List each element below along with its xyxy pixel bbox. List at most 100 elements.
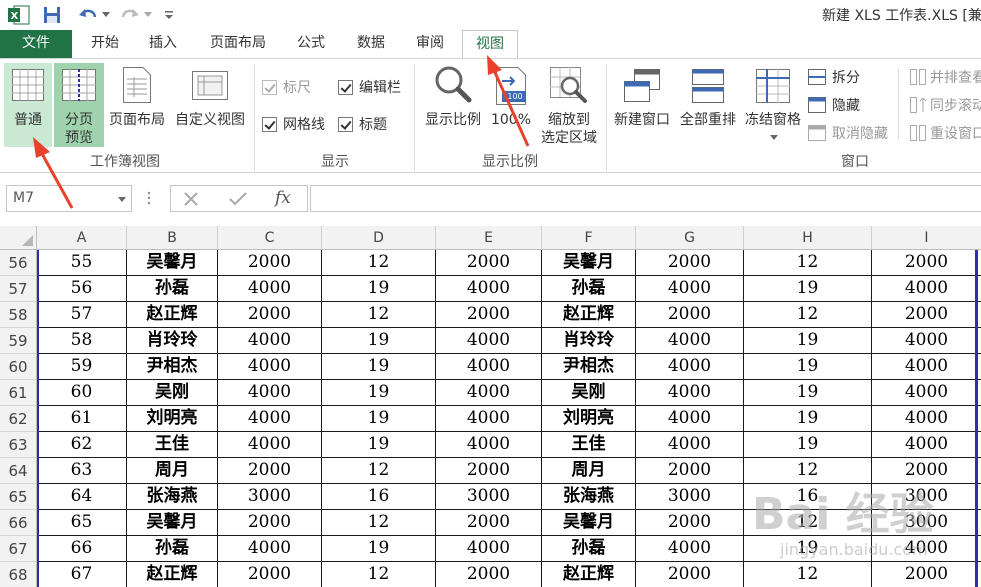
cell[interactable]: 周月 — [127, 458, 218, 484]
cell[interactable]: 吴刚 — [542, 380, 636, 406]
cell[interactable]: 12 — [322, 458, 436, 484]
cell[interactable]: 孙磊 — [542, 276, 636, 302]
cell[interactable]: 刘明亮 — [542, 406, 636, 432]
row-header[interactable]: 62 — [0, 406, 37, 432]
row-header[interactable]: 65 — [0, 484, 37, 510]
formula-bar-grip-icon[interactable] — [147, 190, 151, 206]
cell[interactable]: 55 — [37, 250, 127, 276]
cancel-icon[interactable] — [183, 191, 199, 211]
normal-view-button[interactable]: 普通 — [4, 63, 52, 147]
cell[interactable]: 孙磊 — [127, 536, 218, 562]
insert-function-icon[interactable]: fx — [275, 188, 291, 208]
unhide-button[interactable]: 取消隐藏 — [808, 123, 888, 143]
cell[interactable]: 2000 — [218, 458, 322, 484]
formula-input[interactable] — [310, 185, 981, 212]
new-window-button[interactable]: 新建窗口 — [610, 63, 674, 147]
cell[interactable]: 王佳 — [542, 432, 636, 458]
cell[interactable]: 4000 — [218, 328, 322, 354]
cell[interactable]: 65 — [37, 510, 127, 536]
cell[interactable]: 4000 — [872, 406, 981, 432]
tab-review[interactable]: 审阅 — [405, 30, 455, 58]
cell[interactable]: 4000 — [436, 328, 542, 354]
cell[interactable]: 56 — [37, 276, 127, 302]
cell[interactable]: 4000 — [872, 328, 981, 354]
row-header[interactable]: 66 — [0, 510, 37, 536]
row-header[interactable]: 68 — [0, 562, 37, 587]
undo-icon[interactable] — [76, 4, 100, 26]
cell[interactable]: 16 — [322, 484, 436, 510]
redo-dropdown-icon[interactable] — [142, 4, 154, 26]
page-break-preview-button[interactable]: 分页 预览 — [54, 63, 104, 147]
reset-window-position-button[interactable]: 重设窗口 — [910, 123, 981, 143]
page-break-line[interactable] — [975, 250, 978, 587]
cell[interactable]: 刘明亮 — [127, 406, 218, 432]
column-header[interactable]: D — [322, 226, 436, 250]
cell[interactable]: 19 — [744, 432, 872, 458]
cell[interactable]: 孙磊 — [542, 536, 636, 562]
cell[interactable]: 12 — [744, 250, 872, 276]
cell[interactable]: 4000 — [218, 432, 322, 458]
cell[interactable]: 59 — [37, 354, 127, 380]
cell[interactable]: 19 — [744, 406, 872, 432]
cell[interactable]: 3000 — [436, 484, 542, 510]
cell[interactable]: 19 — [744, 354, 872, 380]
tab-view[interactable]: 视图 — [462, 30, 518, 59]
column-header[interactable]: C — [218, 226, 322, 250]
cell[interactable]: 吴馨月 — [127, 510, 218, 536]
cell[interactable]: 4000 — [218, 354, 322, 380]
cell[interactable]: 19 — [322, 276, 436, 302]
cell[interactable]: 张海燕 — [127, 484, 218, 510]
ruler-checkbox[interactable]: 标尺 — [262, 77, 311, 97]
split-button[interactable]: 拆分 — [808, 67, 860, 87]
cell[interactable]: 64 — [37, 484, 127, 510]
cell[interactable]: 吴刚 — [127, 380, 218, 406]
cell[interactable]: 4000 — [636, 406, 744, 432]
cell[interactable]: 19 — [322, 328, 436, 354]
cell[interactable]: 4000 — [218, 406, 322, 432]
cell[interactable]: 吴馨月 — [542, 250, 636, 276]
cell[interactable]: 4000 — [436, 276, 542, 302]
cell[interactable]: 肖玲玲 — [127, 328, 218, 354]
column-header[interactable]: A — [37, 226, 127, 250]
cell[interactable]: 4000 — [436, 432, 542, 458]
name-box[interactable]: M7 — [6, 185, 132, 212]
zoom-100-button[interactable]: 100 100% — [488, 63, 534, 147]
column-header[interactable]: I — [872, 226, 981, 250]
row-header[interactable]: 56 — [0, 250, 37, 276]
select-all-corner[interactable] — [0, 226, 37, 250]
cell[interactable]: 吴馨月 — [127, 250, 218, 276]
cell[interactable]: 19 — [322, 380, 436, 406]
column-header[interactable]: H — [744, 226, 872, 250]
cell[interactable]: 4000 — [636, 276, 744, 302]
cell[interactable]: 67 — [37, 562, 127, 587]
cell[interactable]: 66 — [37, 536, 127, 562]
cell[interactable]: 4000 — [436, 536, 542, 562]
cell[interactable]: 2000 — [218, 250, 322, 276]
cell[interactable]: 赵正辉 — [542, 562, 636, 587]
freeze-panes-button[interactable]: 冻结窗格 — [742, 63, 804, 147]
cell[interactable]: 4000 — [872, 276, 981, 302]
tab-home[interactable]: 开始 — [80, 30, 130, 58]
cell[interactable]: 4000 — [636, 536, 744, 562]
row-header[interactable]: 64 — [0, 458, 37, 484]
cell[interactable]: 4000 — [436, 354, 542, 380]
cell[interactable]: 57 — [37, 302, 127, 328]
cell[interactable]: 19 — [744, 276, 872, 302]
cell[interactable]: 4000 — [636, 328, 744, 354]
sync-scroll-button[interactable]: 同步滚动 — [910, 95, 981, 115]
column-header[interactable]: F — [542, 226, 636, 250]
tab-data[interactable]: 数据 — [346, 30, 396, 58]
tab-file[interactable]: 文件 — [0, 30, 72, 58]
cell[interactable]: 2000 — [218, 562, 322, 587]
arrange-all-button[interactable]: 全部重排 — [676, 63, 740, 147]
cell[interactable]: 4000 — [436, 380, 542, 406]
row-header[interactable]: 61 — [0, 380, 37, 406]
cell[interactable]: 张海燕 — [542, 484, 636, 510]
cell[interactable]: 4000 — [872, 380, 981, 406]
cell[interactable]: 2000 — [872, 302, 981, 328]
view-side-by-side-button[interactable]: 并排查看 — [910, 67, 981, 87]
cell[interactable]: 12 — [744, 302, 872, 328]
redo-icon[interactable] — [118, 4, 142, 26]
cell[interactable]: 2000 — [872, 250, 981, 276]
cell[interactable]: 4000 — [636, 380, 744, 406]
